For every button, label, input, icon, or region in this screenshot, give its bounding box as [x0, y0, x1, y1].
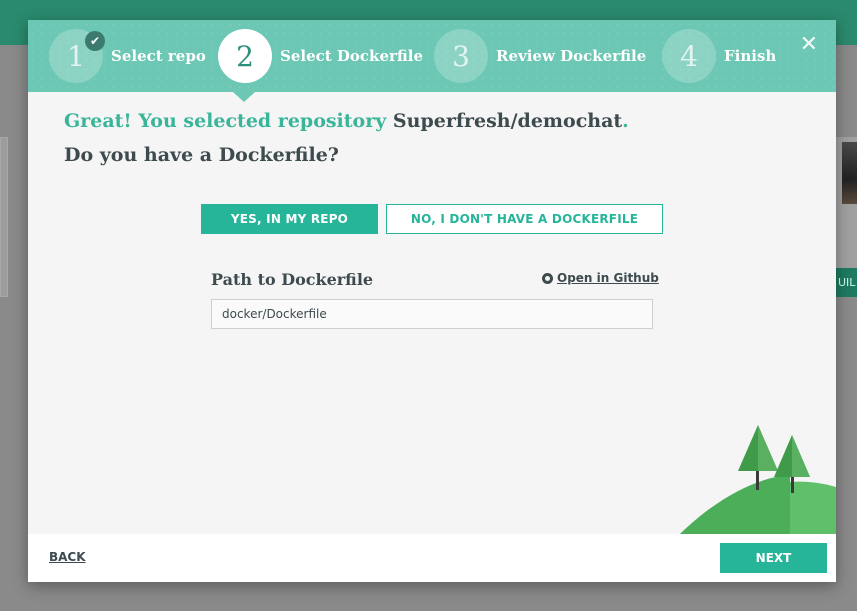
path-to-dockerfile-label: Path to Dockerfile [211, 270, 374, 289]
headline-prefix: Great! You selected repository [64, 110, 393, 132]
yes-in-my-repo-button[interactable]: YES, IN MY REPO [201, 204, 378, 234]
selection-headline: Great! You selected repository Superfres… [64, 110, 629, 132]
back-button[interactable]: BACK [49, 550, 86, 564]
next-button[interactable]: NEXT [720, 543, 827, 573]
github-icon [542, 272, 553, 284]
open-in-github-label: Open in Github [557, 271, 659, 285]
background-build-button: UIL [836, 268, 857, 297]
active-step-pointer [233, 92, 255, 102]
step-number-circle: 1 ✔ [49, 29, 105, 83]
dockerfile-question: Do you have a Dockerfile? [64, 144, 339, 166]
step-review-dockerfile[interactable]: 3 Review Dockerfile [434, 28, 646, 84]
step-number-circle: 4 [662, 29, 716, 83]
background-card [0, 137, 8, 297]
wizard-footer: BACK NEXT [28, 534, 836, 582]
dockerfile-path-input[interactable] [211, 299, 653, 329]
step-number: 1 [67, 39, 85, 73]
background-thumbnail [842, 142, 857, 204]
step-label: Finish [724, 47, 777, 65]
step-number: 4 [680, 39, 698, 73]
step-finish[interactable]: 4 Finish [662, 28, 776, 84]
wizard-steps-header: 1 ✔ Select repo 2 Select Dockerfile 3 Re… [28, 20, 836, 92]
step-label: Select repo [111, 47, 206, 65]
step-number: 3 [452, 39, 470, 73]
headline-suffix: . [622, 110, 629, 132]
step-label: Select Dockerfile [280, 47, 424, 65]
close-icon[interactable]: ✕ [800, 34, 818, 56]
step-number: 2 [236, 39, 254, 73]
step-select-dockerfile[interactable]: 2 Select Dockerfile [218, 28, 423, 84]
step-select-repo[interactable]: 1 ✔ Select repo [49, 28, 206, 84]
dockerfile-wizard-modal: 1 ✔ Select repo 2 Select Dockerfile 3 Re… [28, 20, 836, 582]
step-number-circle: 3 [434, 29, 488, 83]
repository-name: Superfresh/demochat [392, 110, 623, 132]
hill-trees-illustration [680, 425, 836, 534]
step-label: Review Dockerfile [496, 47, 647, 65]
open-in-github-link[interactable]: Open in Github [542, 271, 659, 285]
check-icon: ✔ [85, 31, 105, 51]
step-number-circle: 2 [218, 29, 272, 83]
no-dockerfile-button[interactable]: NO, I DON'T HAVE A DOCKERFILE [386, 204, 663, 234]
